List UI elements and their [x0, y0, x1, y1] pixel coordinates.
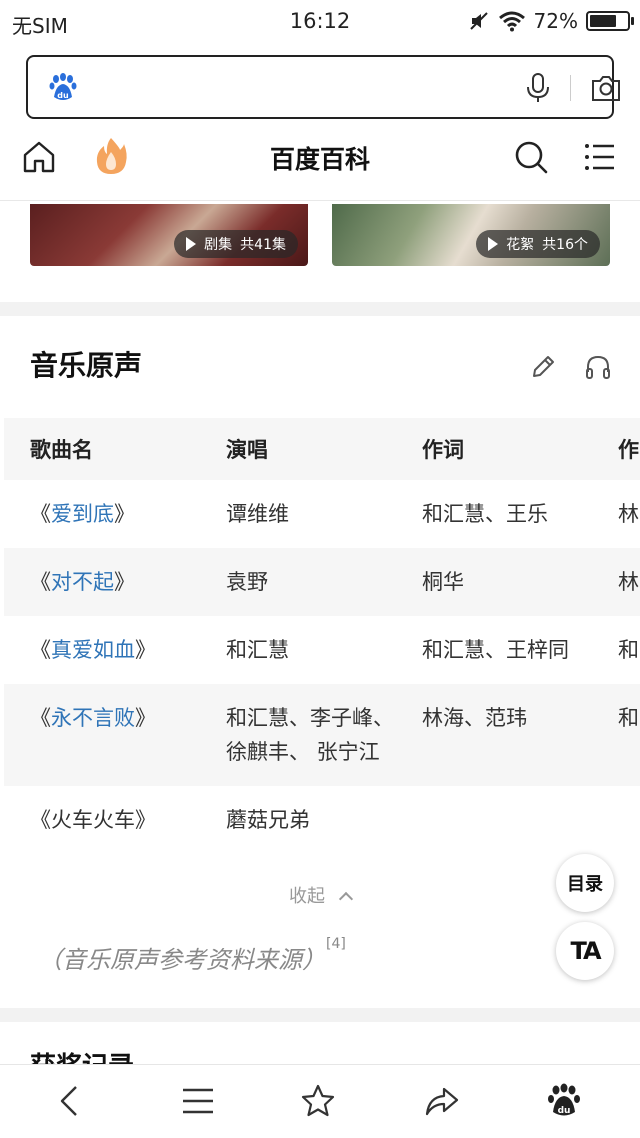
status-icons: 72%	[468, 8, 634, 34]
ta-button[interactable]: TA	[556, 922, 614, 980]
video-card-episodes[interactable]: 剧集 共41集	[30, 204, 308, 266]
singer-cell: 和汇慧	[226, 638, 289, 662]
camera-icon[interactable]	[590, 73, 622, 103]
bottom-toolbar: du	[0, 1064, 640, 1138]
singer-cell: 袁野	[200, 548, 396, 616]
song-title: 火车火车	[51, 808, 135, 832]
video-count: 共16个	[542, 237, 588, 253]
song-link[interactable]: 永不言败	[51, 706, 135, 730]
table-row: 《真爱如血》 和汇慧 和汇慧、王梓同 和	[4, 616, 640, 684]
song-link[interactable]: 真爱如血	[51, 638, 135, 662]
table-header-row: 歌曲名 演唱 作词 作	[4, 418, 640, 480]
section-gap	[0, 1008, 640, 1022]
svg-text:du: du	[57, 91, 69, 100]
search-separator	[570, 75, 571, 101]
play-icon	[488, 237, 499, 251]
baidu-paw-icon: du	[49, 73, 77, 100]
reference-link[interactable]: [4]	[326, 936, 346, 952]
header-lyricist: 作词	[396, 418, 592, 480]
lyricist-cell: 桐华	[396, 548, 592, 616]
music-table: 歌曲名 演唱 作词 作 《爱到底》 谭维维 和汇慧、王乐 林 《对不起》 袁野 …	[4, 418, 640, 854]
singer-cell: 谭维维	[226, 502, 289, 526]
table-row: 《永不言败》 和汇慧、李子峰、徐麒丰、 张宁江 林海、范玮 和	[4, 684, 640, 786]
collapse-button[interactable]: 收起	[0, 882, 640, 908]
singer-cell: 和汇慧、李子峰、徐麒丰、 张宁江	[200, 684, 396, 786]
section-title: 音乐原声	[30, 349, 143, 382]
search-icon[interactable]	[514, 140, 548, 174]
video-type: 花絮	[506, 237, 535, 253]
composer-cell: 和	[592, 684, 640, 786]
chevron-up-icon	[338, 891, 354, 907]
svg-text:du: du	[558, 1106, 571, 1116]
lyricist-cell: 和汇慧、王梓同	[422, 638, 569, 662]
song-cell: 《爱到底》	[30, 502, 135, 526]
toc-button[interactable]: 目录	[556, 854, 614, 912]
battery-fill	[590, 15, 616, 27]
singer-cell: 蘑菇兄弟	[226, 808, 310, 832]
composer-cell: 和	[618, 638, 639, 662]
mute-icon	[469, 12, 488, 30]
list-icon[interactable]	[180, 1083, 216, 1119]
search-box[interactable]: du	[26, 55, 620, 119]
header-song: 歌曲名	[4, 418, 200, 480]
reference-text: （音乐原声参考资料来源）	[38, 946, 326, 974]
collapse-label: 收起	[289, 886, 325, 907]
table-row: 《爱到底》 谭维维 和汇慧、王乐 林	[4, 480, 640, 548]
microphone-icon[interactable]	[524, 73, 552, 103]
header-composer: 作	[592, 418, 640, 480]
video-pill: 花絮 共16个	[476, 230, 600, 258]
top-nav: 百度百科	[0, 130, 640, 186]
table-row: 《火车火车》 蘑菇兄弟	[4, 786, 640, 854]
wifi-icon	[498, 11, 525, 32]
video-count: 共41集	[240, 237, 286, 253]
play-icon	[186, 237, 197, 251]
battery-percent: 72%	[533, 9, 578, 33]
table-row: 《对不起》 袁野 桐华 林	[4, 548, 640, 616]
composer-cell	[592, 786, 640, 854]
status-bar: 无SIM 16:12 72%	[0, 0, 640, 44]
share-icon[interactable]	[424, 1083, 460, 1119]
composer-cell: 林	[618, 502, 639, 526]
song-cell: 《对不起》	[4, 548, 200, 616]
video-card-extras[interactable]: 花絮 共16个	[332, 204, 610, 266]
section-gap	[0, 302, 640, 316]
header-singer: 演唱	[200, 418, 396, 480]
nav-divider	[0, 200, 640, 201]
next-section-title: 获奖记录	[30, 1046, 134, 1064]
reference-note: （音乐原声参考资料来源）[4]	[38, 936, 346, 975]
lyricist-cell: 和汇慧、王乐	[422, 502, 548, 526]
composer-cell: 林	[592, 548, 640, 616]
headphones-icon[interactable]	[584, 354, 612, 380]
battery-icon	[586, 11, 634, 31]
song-link[interactable]: 对不起	[51, 570, 114, 594]
star-icon[interactable]	[300, 1083, 336, 1119]
menu-icon[interactable]	[584, 142, 616, 172]
lyricist-cell: 林海、范玮	[396, 684, 592, 786]
song-link[interactable]: 爱到底	[51, 502, 114, 526]
back-icon[interactable]	[52, 1083, 88, 1119]
pencil-icon[interactable]	[530, 354, 556, 380]
song-cell: 《永不言败》	[4, 684, 200, 786]
song-cell: 《火车火车》	[30, 808, 156, 832]
baidu-paw-icon[interactable]: du	[546, 1083, 582, 1119]
song-cell: 《真爱如血》	[30, 638, 156, 662]
video-pill: 剧集 共41集	[174, 230, 298, 258]
video-type: 剧集	[204, 237, 233, 253]
lyricist-cell	[396, 786, 592, 854]
